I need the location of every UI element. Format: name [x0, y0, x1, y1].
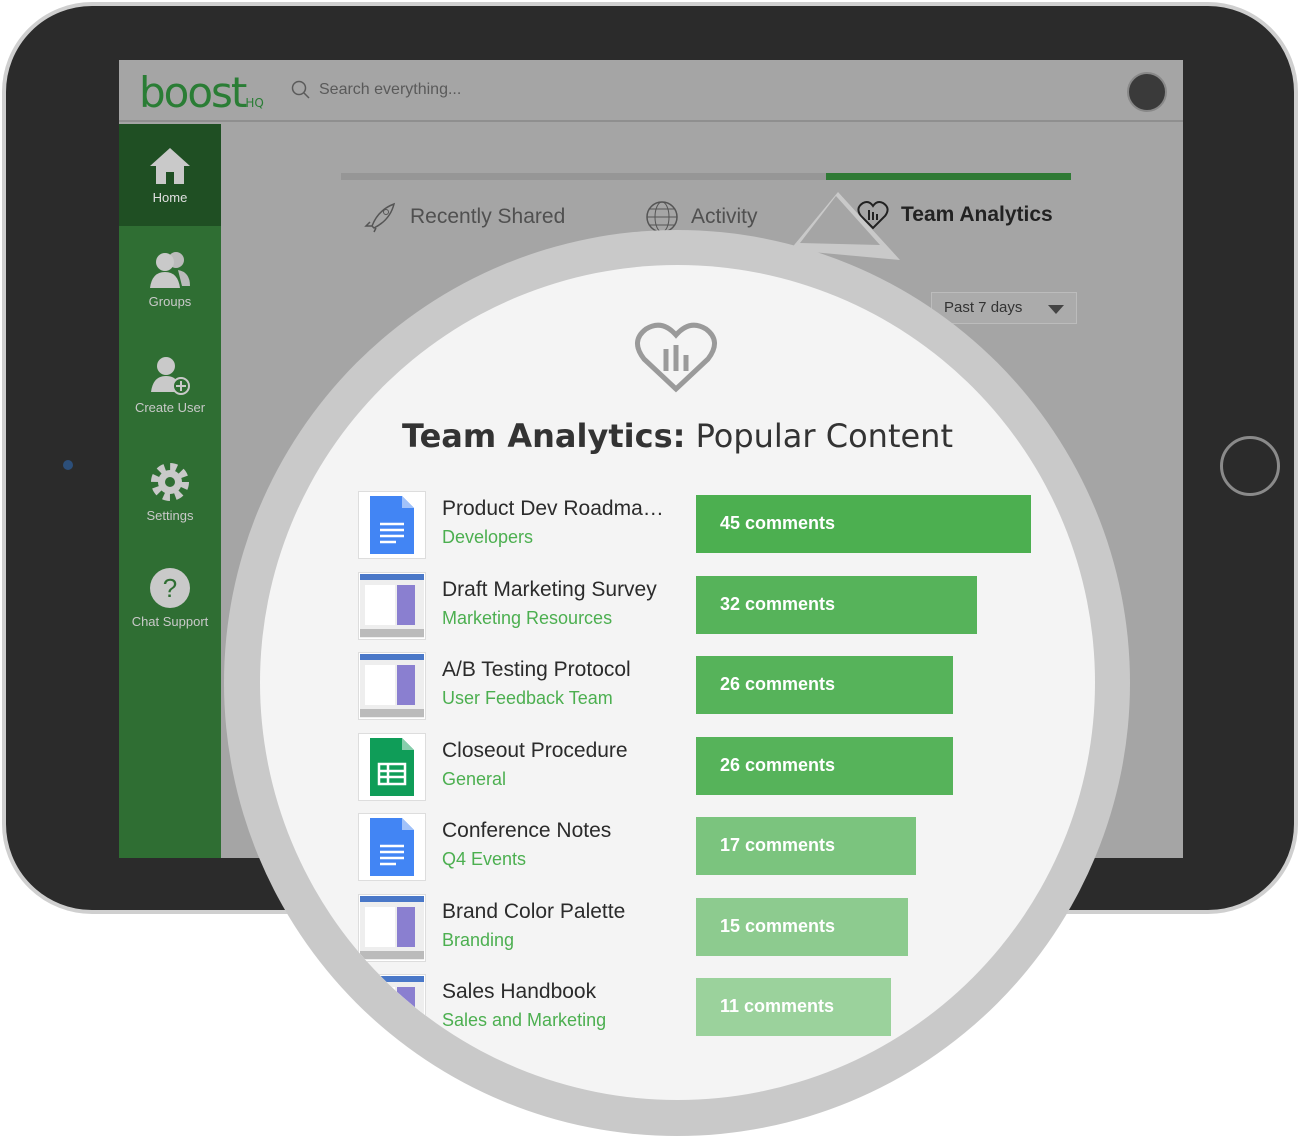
content-name[interactable]: Conference Notes	[442, 819, 611, 843]
content-row[interactable]: Brand Color Palette Branding 15 comments	[358, 893, 1078, 962]
screenshot-thumbnail[interactable]	[358, 893, 426, 962]
google-doc-thumbnail[interactable]	[358, 813, 426, 881]
screenshot-thumbnail[interactable]	[358, 974, 426, 1042]
title-bold: Team Analytics:	[402, 417, 686, 455]
comments-bar: 26 comments	[696, 736, 953, 795]
comments-bar: 32 comments	[696, 575, 978, 634]
content-name[interactable]: A/B Testing Protocol	[442, 658, 631, 682]
comments-bar: 45 comments	[696, 495, 1031, 553]
comments-bar: 11 comments	[696, 978, 892, 1036]
content-row[interactable]: Closeout Procedure General 26 comments	[358, 732, 1078, 801]
comments-bar: 15 comments	[696, 897, 908, 956]
content-row[interactable]: Conference Notes Q4 Events 17 comments	[358, 813, 1078, 881]
content-name[interactable]: Closeout Procedure	[442, 739, 628, 763]
content-name[interactable]: Sales Handbook	[442, 980, 596, 1004]
screenshot-thumbnail[interactable]	[358, 652, 426, 720]
content-row[interactable]: Sales Handbook Sales and Marketing 11 co…	[358, 974, 1078, 1042]
group-link[interactable]: General	[442, 769, 506, 790]
screenshot-thumbnail[interactable]	[358, 571, 426, 640]
group-link[interactable]: Q4 Events	[442, 849, 526, 870]
content-row[interactable]: A/B Testing Protocol User Feedback Team …	[358, 652, 1078, 720]
content-name[interactable]: Product Dev Roadma…	[442, 497, 664, 521]
content-name[interactable]: Draft Marketing Survey	[442, 578, 657, 602]
google-doc-thumbnail[interactable]	[358, 491, 426, 559]
group-link[interactable]: Branding	[442, 930, 514, 951]
comments-bar: 26 comments	[696, 656, 953, 714]
content-name[interactable]: Brand Color Palette	[442, 900, 625, 924]
google-sheet-thumbnail[interactable]	[358, 732, 426, 801]
content-row[interactable]: Draft Marketing Survey Marketing Resourc…	[358, 571, 1078, 640]
panel-title: Team Analytics: Popular Content	[260, 417, 1095, 455]
group-link[interactable]: Developers	[442, 527, 533, 548]
comments-bar: 17 comments	[696, 817, 916, 875]
popular-content-panel: Team Analytics: Popular Content Product …	[260, 265, 1095, 1100]
group-link[interactable]: Marketing Resources	[442, 608, 612, 629]
group-link[interactable]: User Feedback Team	[442, 688, 613, 709]
title-rest: Popular Content	[695, 417, 953, 455]
content-row[interactable]: Product Dev Roadma… Developers 45 commen…	[358, 491, 1078, 559]
heart-chart-icon	[635, 322, 717, 393]
group-link[interactable]: Sales and Marketing	[442, 1010, 606, 1031]
